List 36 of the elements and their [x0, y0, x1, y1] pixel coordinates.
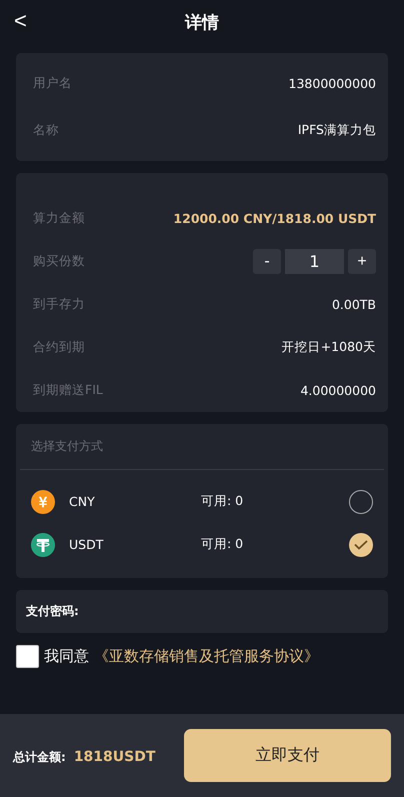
- field-label: 名称: [33, 122, 59, 139]
- total-amount: 1818USDT: [74, 748, 156, 764]
- checkbox[interactable]: [16, 645, 39, 668]
- tether-coin-icon: [31, 532, 55, 556]
- total-label: 总计金额:: [13, 750, 66, 764]
- available-balance: 可用: 0: [201, 493, 244, 510]
- agreement-link[interactable]: 《亚数存储销售及托管服务协议》: [94, 647, 319, 666]
- field-value: 12000.00 CNY/1818.00 USDT: [173, 211, 376, 226]
- field-label: 用户名: [33, 75, 72, 92]
- back-button[interactable]: <: [10, 6, 31, 36]
- radio-button[interactable]: [349, 532, 373, 556]
- field-label: 到期赠送FIL: [33, 382, 103, 399]
- agreement-text: 我同意: [44, 647, 89, 666]
- field-value: 开挖日+1080天: [282, 339, 376, 356]
- increase-button[interactable]: +: [348, 249, 376, 274]
- radio-button[interactable]: [349, 490, 373, 514]
- available-balance: 可用: 0: [201, 536, 244, 553]
- field-label: 购买份数: [33, 253, 85, 270]
- yen-coin-icon: [31, 490, 55, 514]
- currency-name: USDT: [69, 537, 104, 552]
- page-title: 详情: [185, 12, 219, 34]
- check-icon: [354, 540, 368, 550]
- currency-name: CNY: [69, 494, 96, 509]
- pay-button[interactable]: 立即支付: [184, 729, 391, 782]
- field-value: 4.00000000: [300, 383, 376, 398]
- field-value: 13800000000: [288, 76, 376, 91]
- field-label: 算力金额: [33, 210, 85, 227]
- decrease-button[interactable]: -: [253, 249, 281, 274]
- password-field[interactable]: 支付密码:: [16, 590, 388, 633]
- field-label: 合约到期: [33, 339, 85, 356]
- section-title: 选择支付方式: [31, 438, 103, 455]
- quantity-field[interactable]: 1: [285, 249, 344, 274]
- field-value: 0.00TB: [332, 297, 376, 312]
- field-value: IPFS满算力包: [298, 122, 376, 139]
- field-label: 支付密码:: [26, 603, 79, 620]
- field-label: 到手存力: [33, 296, 85, 313]
